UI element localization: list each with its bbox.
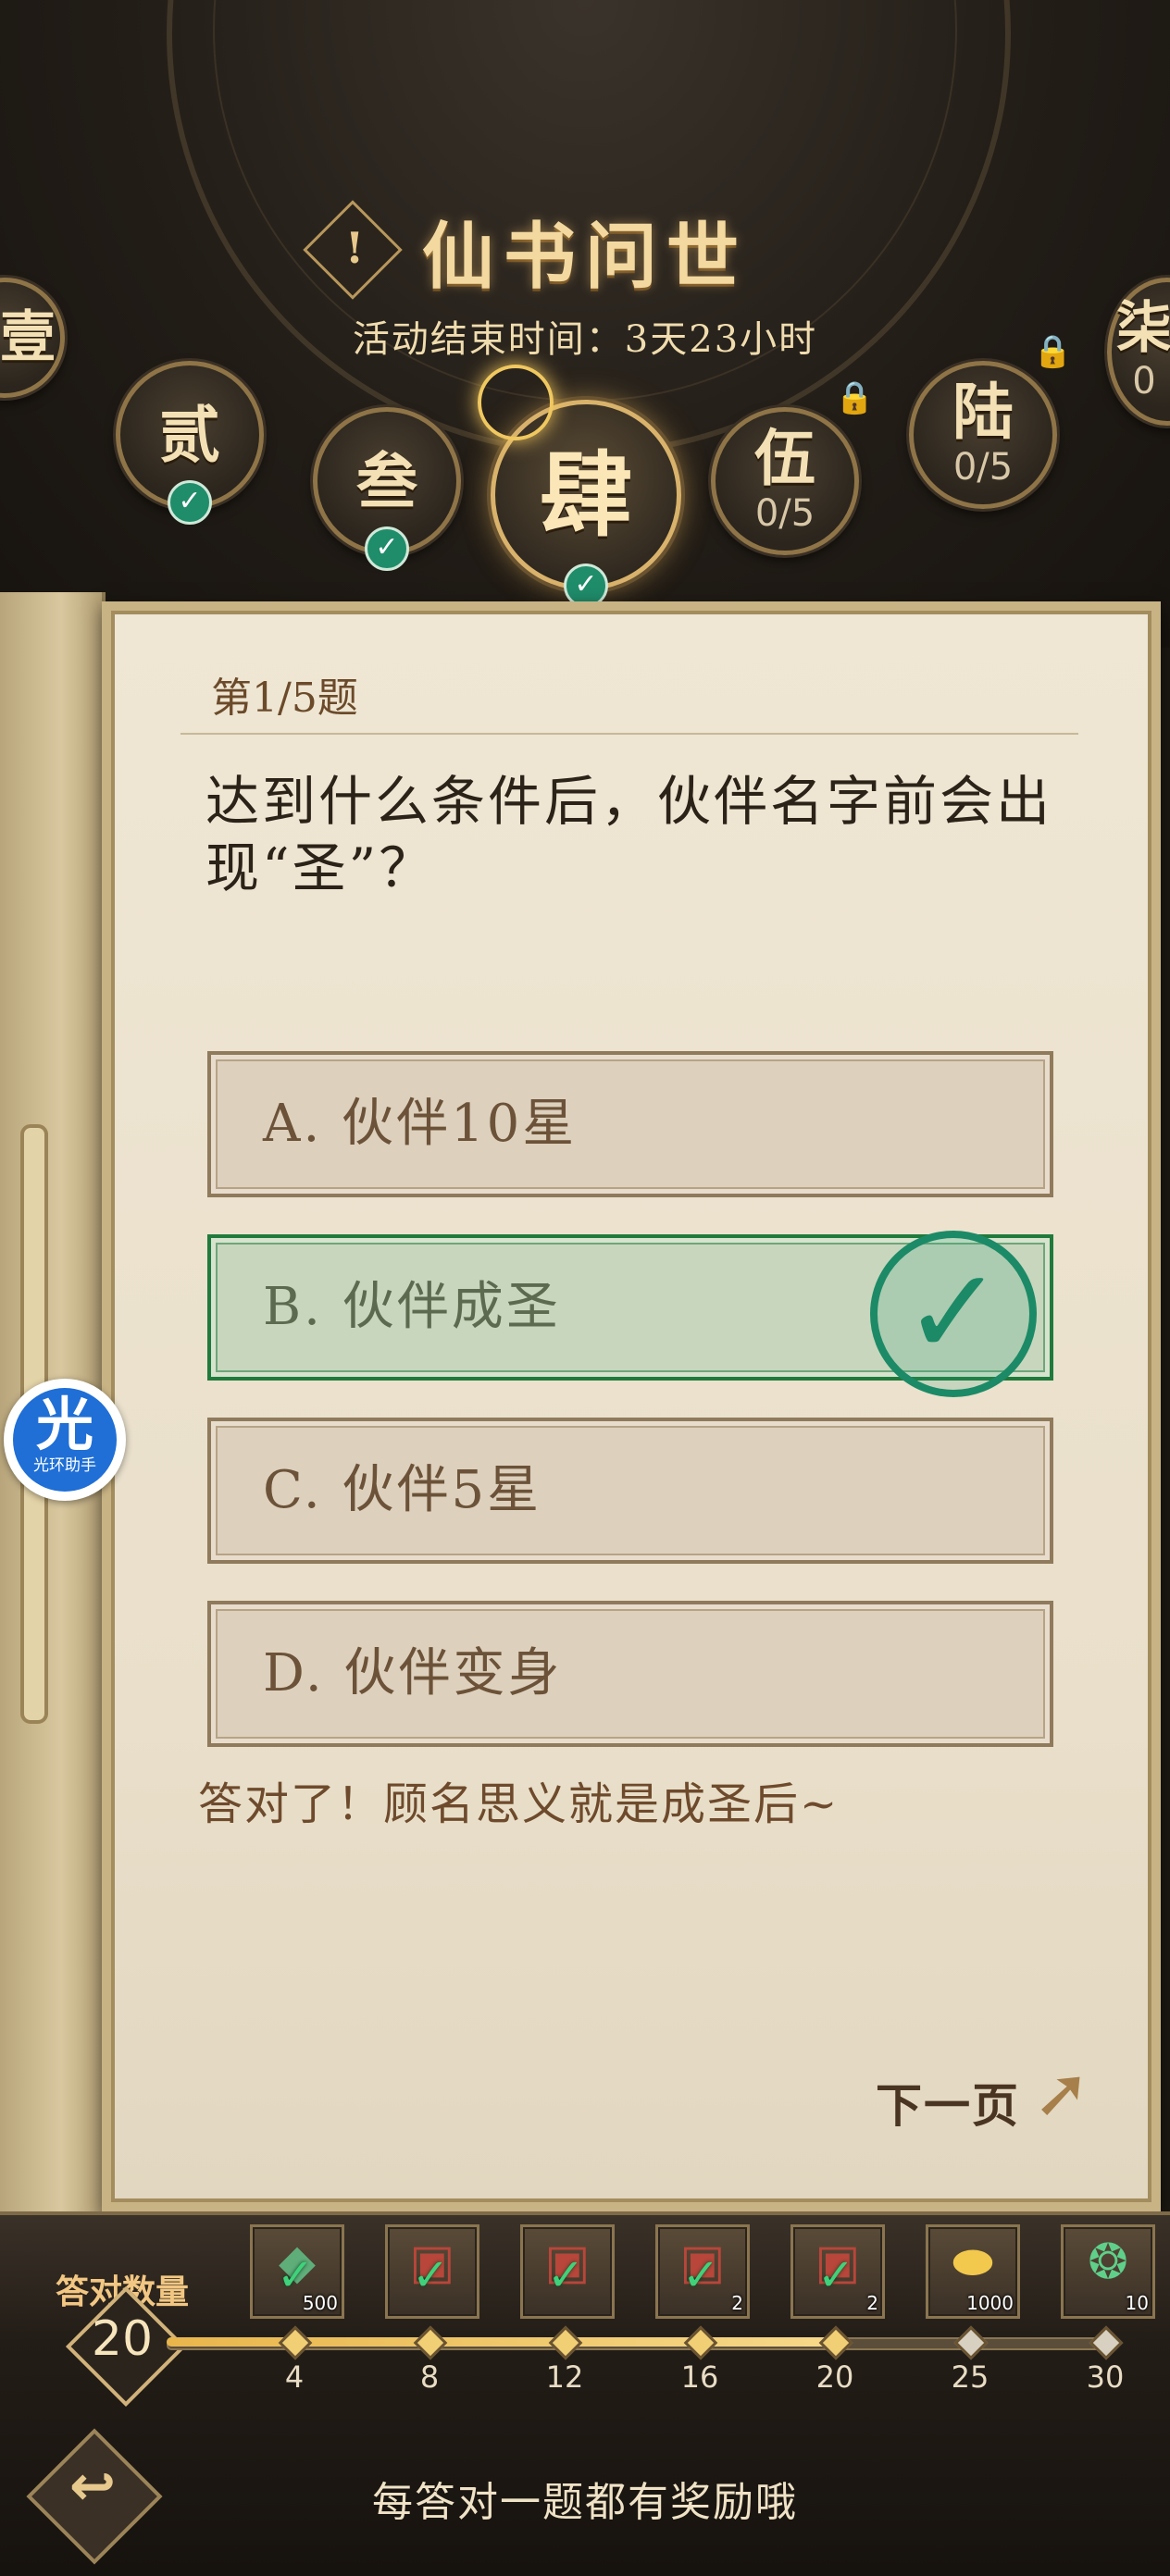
option-a[interactable]: A. 伙伴10星	[207, 1051, 1053, 1197]
reward-qty: 2	[731, 2292, 743, 2314]
option-label: B. 伙伴成圣	[263, 1277, 561, 1337]
helper-logo-icon: 光 光环助手	[13, 1388, 117, 1492]
milestone-tick-label: 25	[951, 2359, 990, 2395]
reward-slot-30[interactable]: ❂ 10	[1061, 2224, 1155, 2319]
question-text: 达到什么条件后，伙伴名字前会出现“圣”？	[205, 770, 1053, 899]
divider	[180, 733, 1078, 735]
selection-halo	[478, 365, 554, 440]
chapter-label: 壹	[0, 305, 56, 370]
chapter-label: 伍	[754, 422, 815, 494]
reward-qty: 500	[302, 2292, 338, 2314]
reward-slot-8[interactable]: ▣ ✓	[385, 2224, 479, 2319]
chapter-coin-5[interactable]: 伍 0/5	[711, 407, 859, 555]
chapter-label: 柒	[1116, 296, 1170, 361]
chapter-label: 叁	[356, 445, 417, 517]
arrow-up-right-icon[interactable]: ➚	[1033, 2056, 1107, 2130]
milestone-tick-label: 20	[815, 2359, 854, 2395]
option-label: C. 伙伴5星	[263, 1460, 542, 1520]
reward-slot-20[interactable]: ▣ ✓ 2	[790, 2224, 885, 2319]
correct-count-value: 20	[91, 2311, 154, 2367]
completed-check-icon: ✓	[365, 526, 409, 571]
chapter-label: 肆	[540, 440, 632, 550]
reward-slot-25[interactable]: ⬬ 1000	[926, 2224, 1020, 2319]
helper-logo-glyph: 光	[35, 1391, 93, 1458]
event-end-time: 活动结束时间：3天23小时	[352, 318, 818, 361]
reward-qty: 10	[1125, 2292, 1149, 2314]
claimed-check-icon: ✓	[817, 2249, 855, 2301]
milestone-tick-label: 12	[545, 2359, 584, 2395]
helper-label: 光环助手	[33, 1456, 96, 1475]
claimed-check-icon: ✓	[547, 2249, 585, 2301]
reward-tip: 每答对一题都有奖励哦	[372, 2479, 798, 2526]
chapter-progress: 0/5	[754, 492, 815, 535]
option-c[interactable]: C. 伙伴5星	[207, 1418, 1053, 1564]
completed-check-icon: ✓	[168, 480, 212, 525]
reward-qty: 2	[866, 2292, 878, 2314]
option-label: A. 伙伴10星	[263, 1094, 578, 1154]
chapter-coin-6[interactable]: 陆 0/5	[909, 361, 1057, 509]
green-gem-icon: ❂	[1088, 2235, 1128, 2290]
reward-slot-12[interactable]: ▣ ✓	[520, 2224, 615, 2319]
milestone-tick-label: 30	[1086, 2359, 1125, 2395]
option-d[interactable]: D. 伙伴变身	[207, 1601, 1053, 1747]
helper-float-button[interactable]: 光 光环助手	[4, 1379, 126, 1501]
chapter-label: 陆	[952, 376, 1014, 448]
milestone-tick-label: 4	[284, 2359, 305, 2395]
chapter-coin-3[interactable]: 叁 ✓	[313, 407, 461, 571]
gold-ingot-icon: ⬬	[952, 2235, 994, 2290]
milestone-tick-label: 16	[680, 2359, 719, 2395]
progress-fill	[167, 2337, 835, 2347]
answer-feedback: 答对了！顾名思义就是成圣后~	[198, 1778, 840, 1830]
reward-qty: 1000	[966, 2292, 1014, 2314]
lock-icon: 🔒	[1033, 333, 1073, 370]
option-label: D. 伙伴变身	[263, 1643, 563, 1703]
reward-slot-16[interactable]: ▣ ✓ 2	[655, 2224, 750, 2319]
chapter-progress: 0	[1132, 360, 1156, 402]
next-page-button[interactable]: 下一页	[876, 2069, 1020, 2136]
chapter-coin-2[interactable]: 贰 ✓	[116, 361, 264, 525]
lock-icon: 🔒	[835, 379, 875, 416]
claimed-check-icon: ✓	[412, 2249, 450, 2301]
event-title: 仙书问世	[421, 215, 748, 299]
correct-check-icon: ✓	[870, 1231, 1037, 1397]
chapter-progress: 0/5	[952, 446, 1014, 489]
question-number: 第1/5题	[211, 675, 358, 722]
chapter-label: 贰	[159, 399, 220, 471]
reward-slot-4[interactable]: ◆ ✓ 500	[250, 2224, 344, 2319]
milestone-tick-label: 8	[419, 2359, 440, 2395]
claimed-check-icon: ✓	[682, 2249, 720, 2301]
